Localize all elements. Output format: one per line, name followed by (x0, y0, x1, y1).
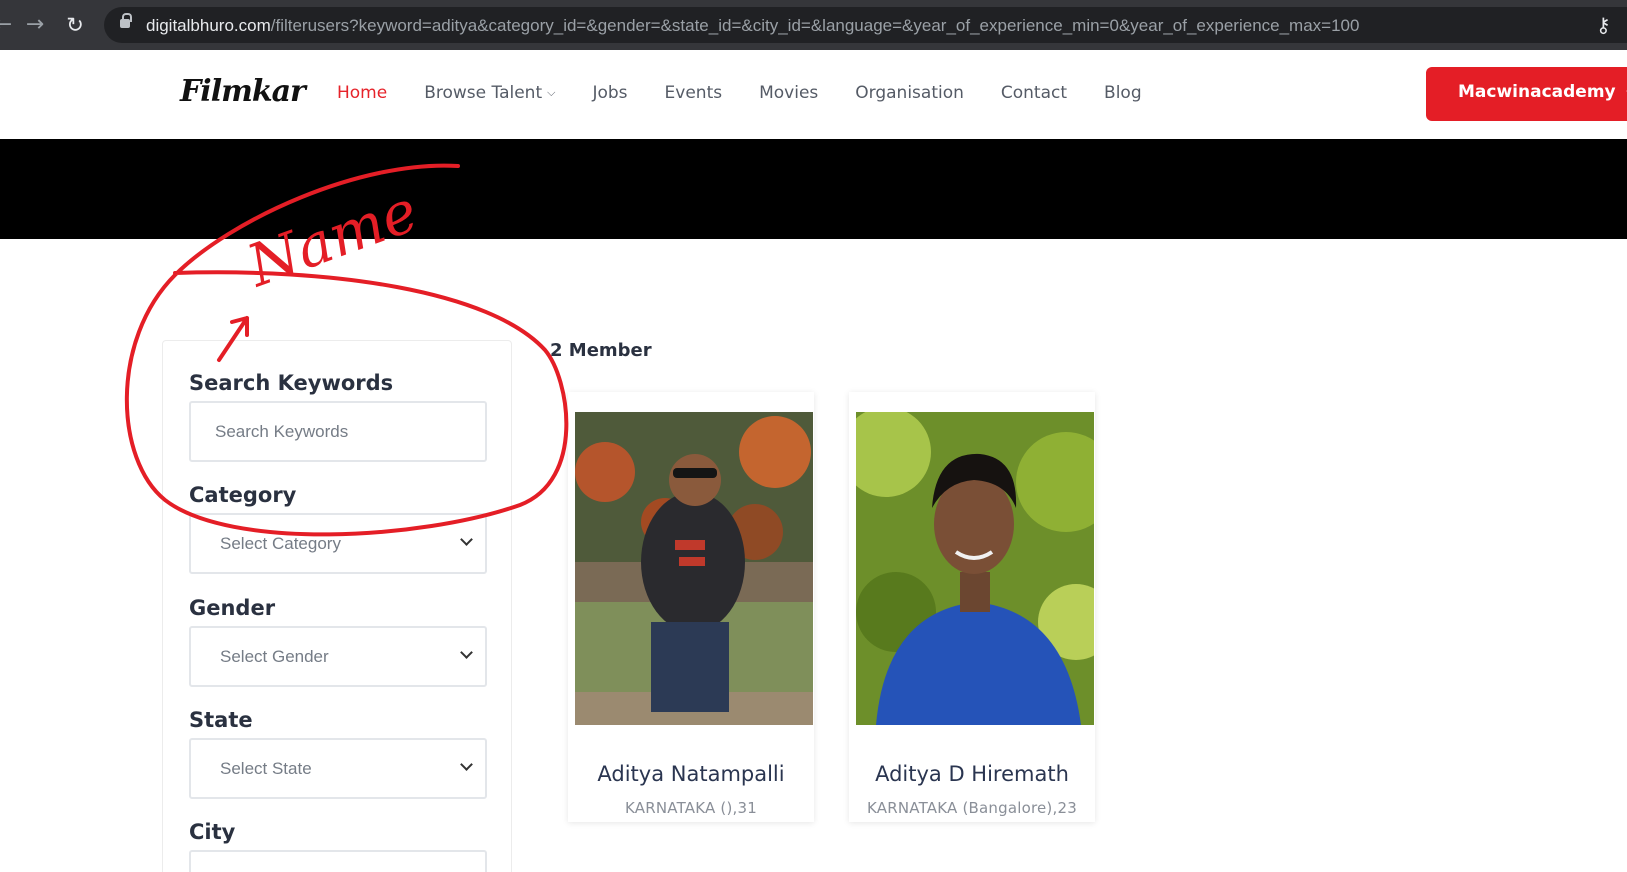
member-location: KARNATAKA (Bangalore),23 (867, 799, 1077, 817)
member-name[interactable]: Aditya D Hiremath (849, 762, 1095, 786)
member-photo-image (856, 412, 1094, 725)
member-location: KARNATAKA (),31 (625, 799, 757, 817)
keyword-label: Search Keywords (189, 371, 394, 395)
category-label: Category (189, 483, 297, 507)
gender-select-value: Select Gender (220, 647, 329, 666)
page-banner (0, 139, 1627, 239)
reload-icon[interactable]: ↻ (64, 14, 86, 36)
chevron-down-icon: ⌵ (547, 86, 556, 99)
url-host: digitalbhuro.com (146, 16, 271, 35)
category-select-value: Select Category (220, 534, 341, 553)
gender-label: Gender (189, 596, 276, 620)
nav-blog[interactable]: Blog (1104, 83, 1142, 103)
nav-home[interactable]: Home (337, 83, 387, 103)
keyword-input[interactable]: Search Keywords (189, 401, 487, 462)
nav-contact[interactable]: Contact (1001, 83, 1067, 103)
site-logo[interactable]: Filmkar (180, 74, 306, 109)
filter-panel: Search Keywords Search Keywords Category… (162, 340, 512, 872)
member-photo-image (575, 412, 813, 725)
chevron-down-icon (460, 758, 473, 771)
state-select[interactable]: Select State (189, 738, 487, 799)
member-card[interactable]: Aditya D Hiremath KARNATAKA (Bangalore),… (849, 392, 1095, 822)
key-icon[interactable]: ⚷ (1596, 13, 1611, 37)
main-nav: Home Browse Talent ⌵ Jobs Events Movies O… (337, 83, 1179, 103)
back-arrow-icon[interactable]: ← (0, 14, 14, 36)
member-photo[interactable] (856, 412, 1094, 725)
account-button-label: Macwinacademy (1458, 82, 1616, 102)
lock-icon[interactable] (120, 13, 132, 28)
address-bar[interactable]: digitalbhuro.com/filterusers?keyword=adi… (104, 7, 1627, 43)
url-path: /filterusers?keyword=aditya&category_id=… (270, 16, 1360, 35)
state-select-value: Select State (220, 759, 312, 778)
nav-movies[interactable]: Movies (759, 83, 818, 103)
account-button[interactable]: Macwinacademy ⌵ (1426, 67, 1627, 121)
category-select[interactable]: Select Category (189, 513, 487, 574)
browser-toolbar: ← → ↻ digitalbhuro.com/filterusers?keywo… (0, 0, 1627, 50)
chevron-down-icon (460, 646, 473, 659)
city-label: City (189, 820, 236, 844)
state-label: State (189, 708, 253, 732)
city-select[interactable] (189, 850, 487, 872)
site-header: Filmkar Home Browse Talent ⌵ Jobs Events … (0, 50, 1627, 139)
nav-browse-talent[interactable]: Browse Talent ⌵ (424, 83, 555, 103)
gender-select[interactable]: Select Gender (189, 626, 487, 687)
chevron-down-icon (460, 533, 473, 546)
nav-browse-talent-label: Browse Talent (424, 83, 543, 103)
member-count: 2 Member (550, 340, 652, 361)
nav-jobs[interactable]: Jobs (592, 83, 627, 103)
nav-events[interactable]: Events (665, 83, 723, 103)
member-card[interactable]: Aditya Natampalli KARNATAKA (),31 (568, 392, 814, 822)
url-text[interactable]: digitalbhuro.com/filterusers?keyword=adi… (146, 16, 1359, 36)
member-name[interactable]: Aditya Natampalli (568, 762, 814, 786)
nav-organisation[interactable]: Organisation (855, 83, 964, 103)
forward-arrow-icon[interactable]: → (24, 14, 46, 36)
member-photo[interactable] (575, 412, 813, 725)
